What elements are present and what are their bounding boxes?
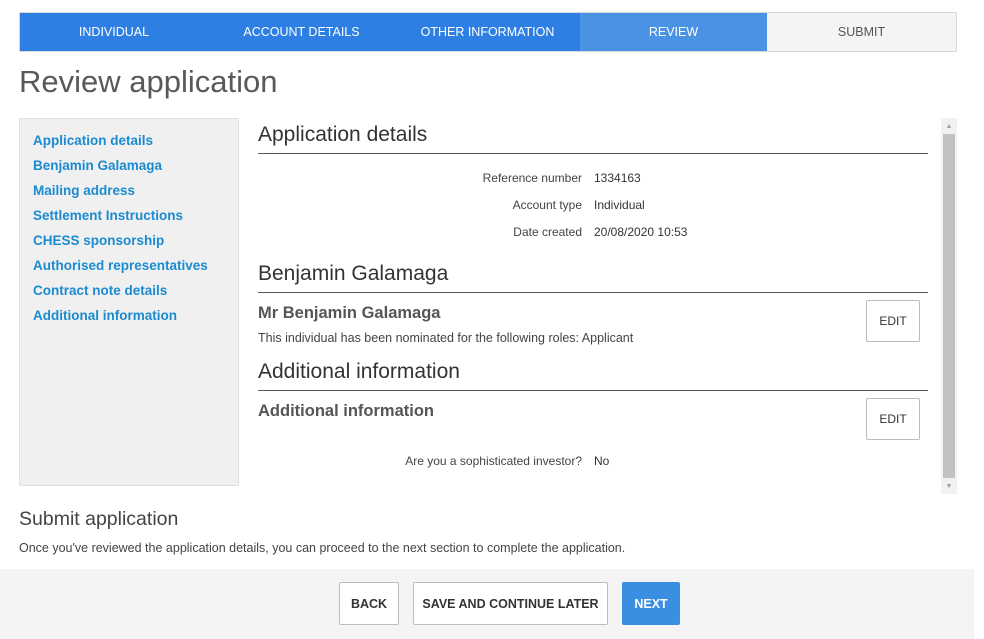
next-button[interactable]: NEXT	[622, 582, 680, 625]
field-label: Are you a sophisticated investor?	[405, 454, 582, 468]
field-value: 20/08/2020 10:53	[594, 225, 688, 239]
section-title-application-details: Application details	[258, 123, 928, 154]
sidebar-item-mailing-address[interactable]: Mailing address	[33, 182, 238, 207]
review-scrollbar[interactable]: ▲ ▼	[941, 118, 957, 494]
field-value: Individual	[594, 198, 645, 212]
page-title: Review application	[19, 64, 278, 99]
scroll-down-arrow-icon[interactable]: ▼	[941, 478, 957, 494]
scroll-up-arrow-icon[interactable]: ▲	[941, 118, 957, 134]
field-label: Date created	[513, 225, 582, 239]
review-sidebar: Application details Benjamin Galamaga Ma…	[19, 118, 239, 486]
sidebar-item-benjamin-galamaga[interactable]: Benjamin Galamaga	[33, 157, 238, 182]
sidebar-item-authorised-representatives[interactable]: Authorised representatives	[33, 257, 238, 282]
sidebar-item-contract-note-details[interactable]: Contract note details	[33, 282, 238, 307]
edit-additional-information-button[interactable]: EDIT	[866, 398, 920, 440]
back-button[interactable]: BACK	[339, 582, 399, 625]
section-title-additional-information: Additional information	[258, 360, 928, 391]
step-submit: SUBMIT	[767, 13, 956, 51]
field-label: Reference number	[482, 171, 582, 185]
submit-heading: Submit application	[19, 508, 179, 530]
section-title-person: Benjamin Galamaga	[258, 262, 928, 293]
submit-instructions: Once you've reviewed the application det…	[19, 541, 626, 555]
edit-person-button[interactable]: EDIT	[866, 300, 920, 342]
step-other-information[interactable]: OTHER INFORMATION	[395, 13, 580, 51]
field-value: No	[594, 454, 610, 468]
sidebar-item-additional-information[interactable]: Additional information	[33, 307, 238, 332]
sidebar-item-settlement-instructions[interactable]: Settlement Instructions	[33, 207, 238, 232]
progress-stepper: INDIVIDUAL ACCOUNT DETAILS OTHER INFORMA…	[19, 12, 957, 52]
sidebar-item-chess-sponsorship[interactable]: CHESS sponsorship	[33, 232, 238, 257]
additional-information-subtitle: Additional information	[258, 402, 434, 420]
person-roles-note: This individual has been nominated for t…	[258, 331, 634, 345]
step-individual[interactable]: INDIVIDUAL	[20, 13, 208, 51]
sidebar-item-application-details[interactable]: Application details	[33, 132, 238, 157]
review-panel: Application details Reference number 133…	[258, 118, 928, 494]
person-name: Mr Benjamin Galamaga	[258, 304, 441, 322]
field-label: Account type	[512, 198, 582, 212]
step-review[interactable]: REVIEW	[580, 13, 767, 51]
step-account-details[interactable]: ACCOUNT DETAILS	[208, 13, 395, 51]
save-and-continue-later-button[interactable]: SAVE AND CONTINUE LATER	[413, 582, 608, 625]
field-value: 1334163	[594, 171, 641, 185]
scrollbar-thumb[interactable]	[943, 134, 955, 478]
action-footer: BACK SAVE AND CONTINUE LATER NEXT	[0, 569, 974, 639]
